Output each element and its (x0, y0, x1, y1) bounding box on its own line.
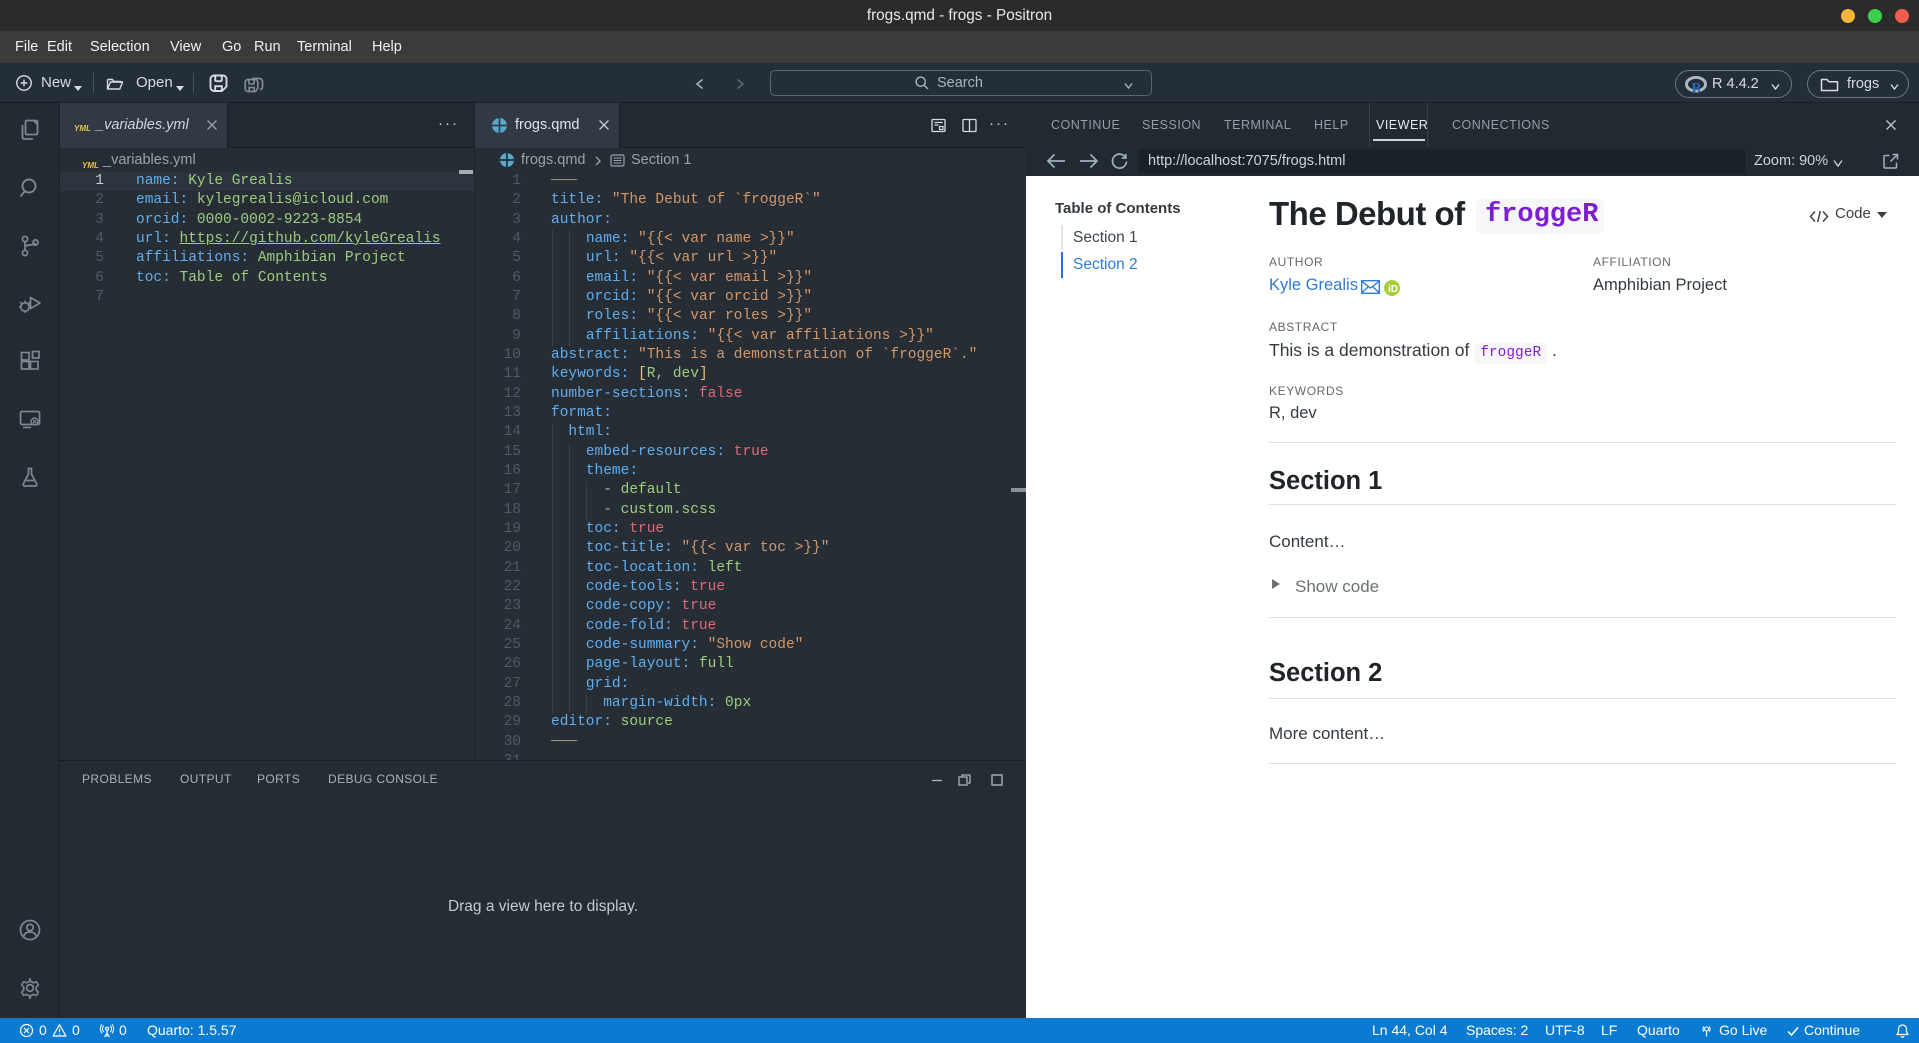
svg-text:R: R (1692, 81, 1703, 94)
svg-text:iD: iD (1388, 284, 1398, 295)
